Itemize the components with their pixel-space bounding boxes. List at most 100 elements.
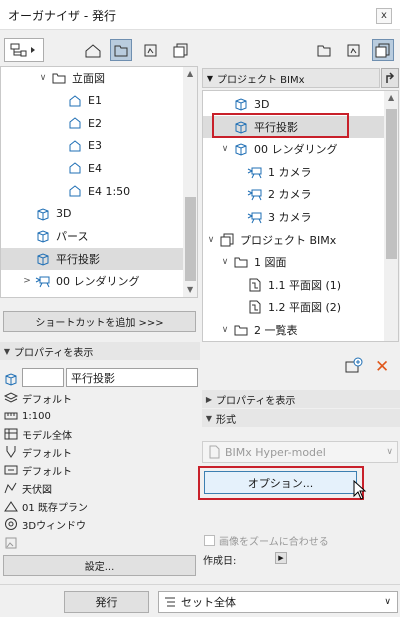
expand-icon: ▶ — [205, 394, 213, 404]
view-id-field[interactable] — [22, 368, 64, 387]
tree-item[interactable]: E4 1:50 — [1, 180, 183, 202]
view-map-tab[interactable] — [110, 39, 132, 61]
publisher-icon — [173, 43, 188, 58]
tree-item-label: 立面図 — [72, 72, 105, 85]
renovation-icon — [4, 499, 18, 513]
tree-item-label: 3 カメラ — [268, 211, 312, 224]
property-row: 3Dウィンドウ — [4, 515, 86, 533]
tree-item-label: 3D — [254, 97, 270, 111]
dropdown-arrow-icon: ▼ — [206, 73, 214, 83]
property-row: 1:100 — [4, 407, 51, 425]
expand-toggle-icon[interactable]: ∨ — [205, 235, 217, 245]
publisher-sets-tab[interactable] — [170, 39, 192, 61]
tree-item-label: 00 レンダリング — [56, 275, 140, 289]
collapse-icon: ▼ — [205, 413, 213, 423]
scroll-up-icon[interactable]: ▲ — [187, 69, 193, 78]
scroll-thumb[interactable] — [185, 197, 196, 281]
tree-item[interactable]: E3 — [1, 135, 183, 157]
expand-toggle-icon[interactable]: ∨ — [219, 325, 231, 335]
delete-icon[interactable]: ✕ — [375, 357, 389, 377]
tree-item[interactable]: >00 レンダリング — [1, 270, 183, 292]
highlight-box — [212, 113, 349, 138]
scroll-up-icon[interactable]: ▲ — [388, 93, 394, 102]
pen-set-icon — [4, 445, 18, 459]
tree-item[interactable]: 3D — [1, 203, 183, 225]
tree-item-label: 1 カメラ — [268, 165, 312, 179]
right-layout-book-tab[interactable] — [343, 39, 365, 61]
expand-toggle-icon[interactable]: ∨ — [219, 144, 231, 154]
tree-item[interactable]: 3D — [203, 93, 384, 115]
list-icon — [159, 596, 181, 608]
tree-item-label: E4 — [88, 161, 102, 175]
folder-icon — [233, 254, 249, 270]
camera-icon — [247, 186, 263, 202]
dimension-icon — [4, 463, 18, 477]
publisher-icon — [375, 43, 390, 58]
tree-item[interactable]: E2 — [1, 112, 183, 134]
tree-item[interactable]: ∨ 1 図面 — [203, 251, 384, 273]
tree-item-label: パース — [56, 230, 89, 244]
new-folder-button[interactable] — [345, 357, 363, 378]
tree-item[interactable]: 1 カメラ — [203, 161, 384, 183]
property-row: 天伏図 — [4, 479, 52, 497]
project-map-tab[interactable] — [82, 39, 104, 61]
tree-item[interactable]: ∨ プロジェクト BIMx — [203, 229, 384, 251]
right-publisher-sets-tab[interactable] — [372, 39, 394, 61]
expand-toggle-icon[interactable]: ∨ — [37, 73, 49, 83]
tree-item[interactable]: 3 カメラ — [203, 206, 384, 228]
close-button[interactable]: x — [376, 8, 392, 24]
format-dropdown[interactable]: BIMx Hyper-model ∨ — [202, 441, 398, 463]
plan-icon — [247, 277, 263, 293]
layout-book-icon — [347, 44, 360, 57]
tree-item[interactable]: E4 — [1, 157, 183, 179]
tree-item[interactable]: ∨ 立面図 — [1, 67, 183, 89]
tree-item[interactable]: E1 — [1, 90, 183, 112]
view-name-field[interactable]: 平行投影 — [66, 368, 198, 387]
set-dropdown[interactable]: セット全体 ∨ — [158, 591, 398, 613]
publisher-set-dropdown[interactable]: ▼ プロジェクト BIMx — [202, 68, 380, 88]
markup-icon — [4, 481, 18, 495]
3d-window-icon — [4, 517, 18, 531]
scale-icon — [4, 409, 18, 423]
add-shortcut-button[interactable]: ショートカットを追加 >>> — [3, 311, 196, 332]
publish-button[interactable]: 発行 — [64, 591, 149, 613]
tree-item[interactable]: ∨ 00 レンダリング — [203, 138, 384, 160]
options-button[interactable]: オプション... — [204, 471, 357, 494]
property-label: デフォルト — [22, 448, 72, 460]
format-header[interactable]: ▼ 形式 — [202, 409, 400, 427]
scroll-thumb[interactable] — [386, 109, 397, 259]
layout-book-tab[interactable] — [140, 39, 162, 61]
elevation-icon — [67, 115, 83, 131]
hierarchy-icon — [10, 43, 35, 57]
expand-toggle-icon[interactable]: > — [21, 276, 33, 286]
zoom-label: 画像をズームに合わせる — [219, 537, 329, 548]
tree-item[interactable]: 1.1 平面図 (1) — [203, 274, 384, 296]
expand-toggle-icon[interactable]: ∨ — [219, 257, 231, 267]
elevation-icon — [67, 183, 83, 199]
up-level-button[interactable] — [381, 68, 399, 88]
camera-icon — [247, 164, 263, 180]
right-scrollbar[interactable]: ▲ — [384, 91, 398, 341]
property-label: 3Dウィンドウ — [22, 520, 87, 532]
zoom-checkbox[interactable] — [204, 535, 215, 546]
tree-item[interactable]: 1.2 平面図 (2) — [203, 296, 384, 318]
elevation-icon — [67, 138, 83, 154]
divider — [0, 584, 400, 585]
properties-header[interactable]: ▼ プロパティを表示 — [0, 342, 200, 360]
elevation-icon — [67, 93, 83, 109]
property-row: デフォルト — [4, 461, 72, 479]
tree-item-label: E3 — [88, 139, 102, 153]
tree-item-label: 2 一覧表 — [254, 324, 298, 337]
tree-item[interactable]: 平行投影 — [1, 247, 183, 270]
tree-item[interactable]: ∨ 2 一覧表 — [203, 319, 384, 341]
settings-button[interactable]: 設定... — [3, 555, 196, 576]
view-map-menu-button[interactable] — [4, 38, 44, 62]
right-properties-header[interactable]: ▶ プロパティを表示 — [202, 390, 400, 408]
created-arrow-button[interactable]: ▶ — [275, 552, 287, 564]
scroll-down-icon[interactable]: ▼ — [187, 285, 193, 294]
tree-item[interactable]: パース — [1, 225, 183, 247]
property-label: デフォルト — [22, 466, 72, 478]
tree-item[interactable]: 2 カメラ — [203, 183, 384, 205]
left-scrollbar[interactable]: ▲ ▼ — [183, 67, 197, 297]
right-view-map-tab[interactable] — [313, 39, 335, 61]
